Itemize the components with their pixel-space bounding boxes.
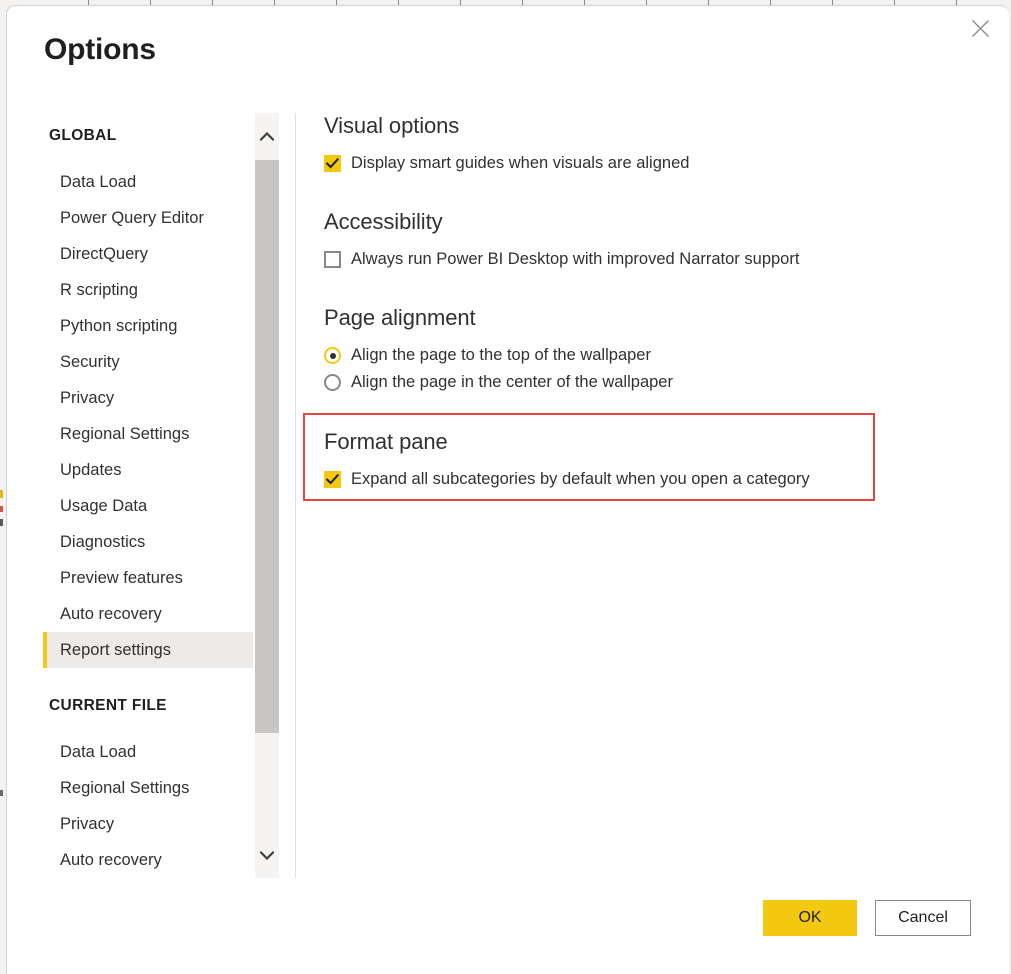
sidebar-item-label: R scripting (60, 280, 138, 299)
sidebar: GLOBAL Data Load Power Query Editor Dire… (43, 108, 253, 878)
sidebar-item-label: Regional Settings (60, 778, 190, 797)
sidebar-item-current-data-load[interactable]: Data Load (43, 734, 253, 770)
content-divider (295, 113, 296, 878)
sidebar-item-privacy[interactable]: Privacy (43, 380, 253, 416)
sidebar-item-directquery[interactable]: DirectQuery (43, 236, 253, 272)
sidebar-item-label: Power Query Editor (60, 208, 204, 227)
sidebar-scrollbar[interactable] (255, 113, 279, 878)
sidebar-item-usage-data[interactable]: Usage Data (43, 488, 253, 524)
chevron-up-icon[interactable] (255, 113, 279, 159)
sidebar-item-current-regional-settings[interactable]: Regional Settings (43, 770, 253, 806)
sidebar-item-r-scripting[interactable]: R scripting (43, 272, 253, 308)
edge-artifact (0, 519, 3, 526)
sidebar-item-label: Auto recovery (60, 850, 162, 869)
section-accessibility: Accessibility Always run Power BI Deskto… (324, 209, 964, 269)
cancel-button[interactable]: Cancel (875, 900, 971, 936)
section-visual-options: Visual options Display smart guides when… (324, 113, 964, 173)
sidebar-item-label: DirectQuery (60, 244, 149, 263)
radio-unselected-icon (324, 374, 341, 391)
section-heading: Accessibility (324, 209, 443, 234)
sidebar-item-updates[interactable]: Updates (43, 452, 253, 488)
radio-selected-icon (324, 347, 341, 364)
edge-artifact (0, 790, 3, 796)
option-label: Align the page to the top of the wallpap… (351, 346, 651, 364)
options-dialog: Options GLOBAL Data Load Power Query Edi… (6, 5, 1009, 974)
option-label: Display smart guides when visuals are al… (351, 154, 690, 172)
sidebar-item-label: Diagnostics (60, 532, 146, 551)
edge-artifact (0, 506, 3, 512)
sidebar-item-label: Privacy (60, 814, 115, 833)
sidebar-item-diagnostics[interactable]: Diagnostics (43, 524, 253, 560)
sidebar-item-label: Report settings (60, 640, 171, 659)
sidebar-group-current-file-title: CURRENT FILE (49, 697, 167, 714)
dialog-footer: OK Cancel (7, 900, 1010, 940)
sidebar-item-current-privacy[interactable]: Privacy (43, 806, 253, 842)
section-format-pane: Format pane Expand all subcategories by … (303, 413, 964, 501)
sidebar-item-regional-settings[interactable]: Regional Settings (43, 416, 253, 452)
sidebar-item-label: Data Load (60, 172, 137, 191)
radio-align-top[interactable]: Align the page to the top of the wallpap… (324, 346, 964, 365)
close-icon[interactable] (959, 10, 1001, 46)
sidebar-item-label: Updates (60, 460, 122, 479)
sidebar-item-current-auto-recovery[interactable]: Auto recovery (43, 842, 253, 878)
checkbox-narrator-support[interactable]: Always run Power BI Desktop with improve… (324, 250, 964, 269)
sidebar-item-preview-features[interactable]: Preview features (43, 560, 253, 596)
sidebar-item-power-query-editor[interactable]: Power Query Editor (43, 200, 253, 236)
section-heading: Page alignment (324, 305, 476, 330)
sidebar-item-label: Data Load (60, 742, 137, 761)
sidebar-item-label: Security (60, 352, 120, 371)
content-pane: Visual options Display smart guides when… (303, 113, 964, 501)
sidebar-item-label: Usage Data (60, 496, 148, 515)
radio-align-center[interactable]: Align the page in the center of the wall… (324, 373, 964, 392)
sidebar-group-global-title: GLOBAL (49, 127, 117, 144)
sidebar-item-label: Python scripting (60, 316, 178, 335)
page-title: Options (44, 33, 156, 66)
option-label: Always run Power BI Desktop with improve… (351, 250, 800, 268)
checkbox-unchecked-icon (324, 251, 341, 268)
sidebar-item-python-scripting[interactable]: Python scripting (43, 308, 253, 344)
section-heading: Visual options (324, 113, 460, 138)
sidebar-item-data-load[interactable]: Data Load (43, 164, 253, 200)
chevron-down-icon[interactable] (255, 832, 279, 878)
ok-button[interactable]: OK (763, 900, 857, 936)
edge-artifact (0, 490, 3, 498)
option-label: Expand all subcategories by default when… (351, 470, 810, 488)
section-page-alignment: Page alignment Align the page to the top… (324, 305, 964, 392)
scrollbar-thumb[interactable] (255, 160, 279, 733)
checkbox-checked-icon (324, 471, 341, 488)
sidebar-item-label: Auto recovery (60, 604, 162, 623)
sidebar-item-label: Regional Settings (60, 424, 190, 443)
sidebar-item-label: Preview features (60, 568, 183, 587)
option-label: Align the page in the center of the wall… (351, 373, 673, 391)
sidebar-item-security[interactable]: Security (43, 344, 253, 380)
checkbox-expand-all-subcategories[interactable]: Expand all subcategories by default when… (324, 470, 964, 489)
checkbox-display-smart-guides[interactable]: Display smart guides when visuals are al… (324, 154, 964, 173)
sidebar-item-report-settings[interactable]: Report settings (43, 632, 253, 668)
checkbox-checked-icon (324, 155, 341, 172)
sidebar-item-label: Privacy (60, 388, 115, 407)
sidebar-item-auto-recovery[interactable]: Auto recovery (43, 596, 253, 632)
section-heading: Format pane (324, 429, 448, 454)
